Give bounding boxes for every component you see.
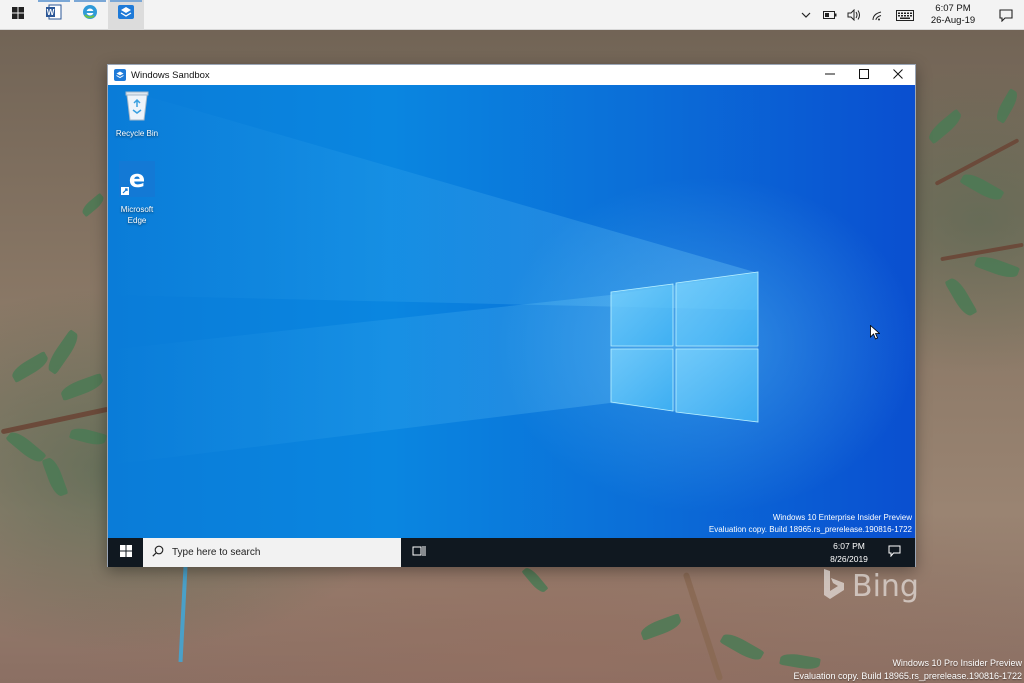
host-watermark-line2: Evaluation copy. Build 18965.rs_prerelea… bbox=[793, 671, 1023, 681]
network-wifi-icon[interactable] bbox=[866, 0, 890, 30]
show-hidden-icons-chevron-icon[interactable] bbox=[794, 0, 818, 30]
action-center-icon[interactable] bbox=[988, 0, 1024, 30]
window-controls bbox=[813, 65, 915, 85]
host-taskbar: W 6:07 PM 26-Aug-19 bbox=[0, 0, 1024, 30]
windows-logo-icon bbox=[12, 6, 24, 24]
start-button[interactable] bbox=[0, 0, 36, 30]
host-clock-date: 26-Aug-19 bbox=[930, 15, 976, 26]
windows-logo-icon bbox=[119, 544, 132, 562]
sandbox-window-title: Windows Sandbox bbox=[131, 69, 210, 81]
host-watermark-line1: Windows 10 Pro Insider Preview bbox=[892, 658, 1022, 668]
battery-icon[interactable] bbox=[818, 0, 842, 30]
taskbar-word[interactable]: W bbox=[36, 0, 72, 30]
vm-start-button[interactable] bbox=[108, 538, 143, 567]
host-evaluation-watermark: Windows 10 Pro Insider Preview Evaluatio… bbox=[794, 657, 1023, 683]
host-clock-time: 6:07 PM bbox=[935, 3, 971, 14]
sandbox-app-icon bbox=[112, 67, 128, 83]
bing-b-icon bbox=[822, 568, 846, 605]
volume-icon[interactable] bbox=[842, 0, 866, 30]
host-clock[interactable]: 6:07 PM 26-Aug-19 bbox=[924, 3, 982, 27]
windows-hero-wallpaper bbox=[108, 85, 759, 465]
sandbox-window: Windows Sandbox Recycle Bin e Microsoft … bbox=[107, 64, 916, 567]
desktop-icon-recycle-bin[interactable]: Recycle Bin bbox=[108, 89, 167, 139]
search-icon bbox=[152, 544, 164, 562]
vm-clock[interactable]: 6:07 PM 8/26/2019 bbox=[819, 538, 879, 567]
action-center-icon bbox=[888, 544, 901, 562]
sandbox-taskbar: Type here to search 6:07 PM 8/26/2019 bbox=[108, 538, 915, 567]
recycle-bin-icon bbox=[122, 89, 152, 126]
desktop-icon-microsoft-edge[interactable]: e Microsoft Edge bbox=[108, 161, 167, 226]
vm-clock-time: 6:07 PM bbox=[833, 541, 865, 551]
search-placeholder: Type here to search bbox=[172, 547, 261, 558]
sandbox-icon bbox=[117, 4, 135, 25]
minimize-icon bbox=[825, 66, 835, 84]
svg-text:W: W bbox=[47, 8, 55, 17]
svg-text:e: e bbox=[129, 165, 145, 193]
close-icon bbox=[893, 66, 903, 84]
vm-search-box[interactable]: Type here to search bbox=[143, 538, 401, 567]
vm-clock-date: 8/26/2019 bbox=[830, 554, 868, 564]
word-icon: W bbox=[46, 4, 62, 25]
mouse-pointer-icon bbox=[870, 324, 881, 345]
bing-logo: Bing bbox=[822, 568, 919, 605]
edge-icon bbox=[82, 4, 98, 25]
maximize-button[interactable] bbox=[847, 65, 881, 85]
vm-evaluation-watermark: Windows 10 Enterprise Insider Preview Ev… bbox=[709, 512, 912, 536]
taskbar-sandbox[interactable] bbox=[108, 0, 144, 30]
edge-icon: e bbox=[119, 161, 155, 202]
desktop-icon-label: Microsoft Edge bbox=[120, 205, 154, 225]
vm-watermark-line1: Windows 10 Enterprise Insider Preview bbox=[772, 513, 912, 522]
system-tray: 6:07 PM 26-Aug-19 bbox=[794, 0, 1024, 30]
vm-watermark-line2: Evaluation copy. Build 18965.rs_prerelea… bbox=[708, 525, 912, 534]
vm-action-center-button[interactable] bbox=[881, 538, 907, 567]
keyboard-icon[interactable] bbox=[890, 0, 920, 30]
task-view-button[interactable] bbox=[401, 538, 437, 567]
desktop-icon-label: Recycle Bin bbox=[115, 129, 159, 138]
taskbar-edge[interactable] bbox=[72, 0, 108, 30]
sandbox-desktop[interactable]: Recycle Bin e Microsoft Edge Windows 10 … bbox=[108, 85, 915, 538]
close-button[interactable] bbox=[881, 65, 915, 85]
task-view-icon bbox=[412, 544, 426, 562]
maximize-icon bbox=[859, 66, 869, 84]
sandbox-titlebar[interactable]: Windows Sandbox bbox=[108, 65, 915, 85]
minimize-button[interactable] bbox=[813, 65, 847, 85]
bing-logo-text: Bing bbox=[852, 569, 919, 604]
